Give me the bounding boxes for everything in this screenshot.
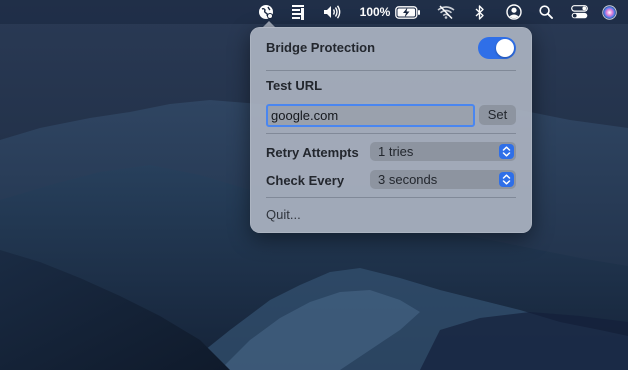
volume-icon[interactable] — [322, 0, 342, 24]
divider — [266, 197, 516, 198]
bluetooth-icon[interactable] — [473, 0, 487, 24]
check-every-value: 3 seconds — [378, 172, 438, 187]
bridge-status-icon[interactable] — [290, 0, 306, 24]
siri-icon[interactable] — [601, 0, 617, 24]
battery-charging-icon[interactable] — [394, 0, 422, 24]
retry-attempts-select[interactable]: 1 tries — [370, 142, 516, 161]
bridge-popover-panel: Bridge Protection Test URL Set Retry Att… — [250, 27, 532, 233]
retry-attempts-label: Retry Attempts — [266, 145, 359, 160]
check-every-select[interactable]: 3 seconds — [370, 170, 516, 189]
divider — [266, 133, 516, 134]
quit-menu-item[interactable]: Quit... — [266, 207, 301, 222]
toggle-knob — [496, 39, 514, 57]
bridge-protection-label: Bridge Protection — [266, 40, 376, 55]
spotlight-search-icon[interactable] — [538, 0, 554, 24]
user-icon[interactable] — [505, 0, 523, 24]
chevron-up-down-icon — [499, 172, 514, 187]
check-every-label: Check Every — [266, 173, 345, 188]
menu-bar: 100% — [0, 0, 628, 24]
chevron-up-down-icon — [499, 144, 514, 159]
test-url-label: Test URL — [266, 78, 323, 93]
set-button[interactable]: Set — [479, 105, 516, 125]
retry-attempts-value: 1 tries — [378, 144, 414, 159]
battery-percentage[interactable]: 100% — [358, 0, 392, 24]
control-center-icon[interactable] — [569, 0, 589, 24]
wifi-off-icon[interactable] — [437, 0, 455, 24]
test-url-input[interactable] — [266, 104, 475, 127]
divider — [266, 70, 516, 71]
bridge-protection-toggle[interactable] — [478, 37, 516, 59]
